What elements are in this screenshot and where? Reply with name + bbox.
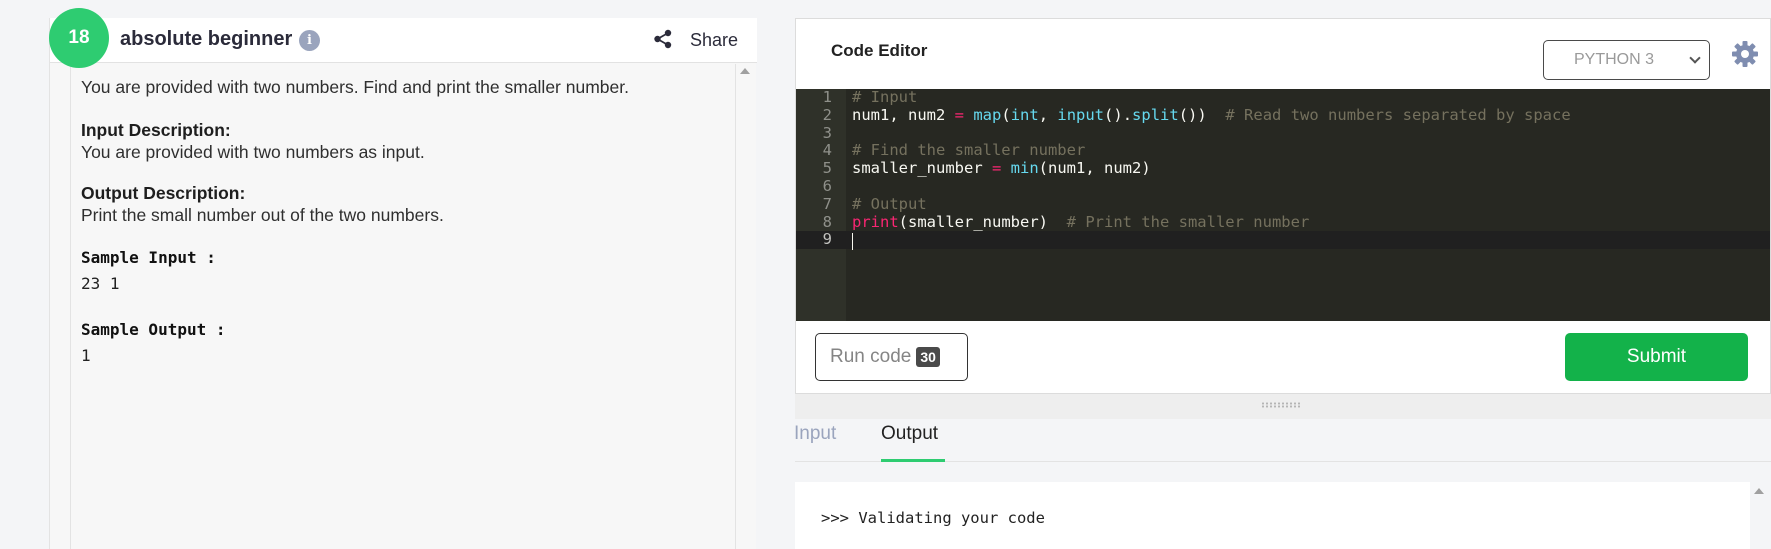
code-line: 5 smaller_number = min(num1, num2) — [796, 159, 1770, 178]
run-count-badge: 30 — [916, 347, 940, 367]
code-line: 6 — [796, 177, 1770, 196]
output-description-heading: Output Description: — [81, 183, 246, 203]
problem-statement: You are provided with two numbers. Find … — [81, 77, 629, 97]
line-number: 1 — [822, 88, 832, 106]
input-description-text: You are provided with two numbers as inp… — [81, 142, 425, 162]
line-number: 7 — [822, 194, 832, 213]
line-number: 3 — [822, 123, 832, 142]
code-line: 9 — [796, 230, 1770, 251]
language-select-value: PYTHON 3 — [1574, 51, 1655, 68]
code-token: num1, num2 — [852, 105, 955, 124]
input-description-heading: Input Description: — [81, 120, 231, 140]
tab-output[interactable]: Output — [881, 423, 938, 445]
share-button[interactable]: Share — [690, 30, 738, 51]
output-console-text: >>> Validating your code — [821, 509, 1045, 527]
line-number: 2 — [822, 105, 832, 124]
output-console: >>> Validating your code — [795, 482, 1750, 549]
code-token: (). — [1104, 105, 1133, 124]
code-token: # Output — [852, 194, 927, 213]
line-number: 4 — [822, 141, 832, 160]
sample-input-value: 23 1 — [81, 274, 120, 293]
line-number: 5 — [822, 159, 832, 178]
code-line-content: # Output — [852, 194, 927, 214]
code-line: 8 print(smaller_number) # Print the small… — [796, 212, 1770, 232]
gear-icon[interactable] — [1731, 40, 1759, 68]
code-token: min — [1010, 159, 1039, 178]
code-line-content: print(smaller_number) # Print the smalle… — [852, 212, 1310, 232]
scroll-up-arrow-icon[interactable] — [1754, 488, 1764, 494]
code-token: print — [852, 212, 899, 231]
line-number: 9 — [822, 230, 832, 249]
output-description-text: Print the small number out of the two nu… — [81, 205, 444, 225]
sample-input-heading: Sample Input : — [81, 248, 216, 267]
code-token: # Read two numbers separated by space — [1225, 105, 1571, 124]
submit-button[interactable]: Submit — [1565, 333, 1748, 381]
code-line-content: # Input — [852, 88, 918, 107]
code-line: 1 # Input — [796, 88, 1770, 107]
sample-output-value: 1 — [81, 346, 91, 365]
tab-input[interactable]: Input — [794, 423, 836, 445]
info-icon[interactable]: i — [299, 30, 320, 51]
chevron-down-icon — [1689, 52, 1701, 64]
code-line-content: num1, num2 = map(int, input().split()) #… — [852, 105, 1571, 125]
code-line: 2 num1, num2 = map(int, input().split()) … — [796, 105, 1770, 125]
code-token: split — [1132, 105, 1179, 124]
code-token: ()) — [1178, 105, 1226, 124]
run-code-label: Run code — [830, 346, 912, 367]
text-cursor — [852, 233, 853, 251]
line-number: 6 — [822, 177, 832, 195]
share-icon[interactable] — [653, 29, 673, 49]
active-tab-indicator — [881, 459, 945, 462]
problem-header: absolute beginner i Share — [50, 18, 757, 63]
code-line: 3 — [796, 123, 1770, 143]
sample-output-heading: Sample Output : — [81, 320, 226, 339]
code-editor[interactable]: 1 # Input 2 num1, num2 = map(int, input().s… — [796, 88, 1770, 321]
code-token: ( — [1001, 105, 1011, 124]
code-token: = — [954, 105, 964, 124]
problem-panel: absolute beginner i Share You are provid… — [49, 18, 757, 549]
editor-title: Code Editor — [831, 41, 928, 60]
level-badge: 18 — [49, 8, 109, 68]
code-token: (smaller_number) — [898, 212, 1067, 231]
code-token: # Find the smaller number — [852, 141, 1086, 160]
panel-resize-handle[interactable] — [795, 394, 1771, 419]
code-line-content: smaller_number = min(num1, num2) — [852, 159, 1151, 178]
code-line: 4 # Find the smaller number — [796, 141, 1770, 160]
code-token: # Input — [852, 88, 918, 106]
code-token: int — [1010, 105, 1039, 124]
run-code-button[interactable]: Run code 30 — [815, 333, 968, 381]
code-token: map — [973, 105, 1002, 124]
code-token: (num1, num2) — [1038, 159, 1151, 178]
code-token: input — [1057, 105, 1105, 124]
scroll-up-arrow-icon[interactable] — [740, 68, 750, 74]
code-editor-panel: Code Editor PYTHON 3 1 # Input 2 num1, num2… — [795, 18, 1771, 394]
code-token: , — [1038, 105, 1058, 124]
code-token: smaller_number — [852, 159, 992, 178]
code-token: = — [991, 159, 1002, 178]
code-line: 7 # Output — [796, 194, 1770, 214]
drag-grip-icon — [1261, 402, 1301, 408]
line-number: 8 — [822, 212, 832, 231]
language-select[interactable]: PYTHON 3 — [1543, 40, 1710, 80]
code-token: # Print the smaller number — [1066, 212, 1310, 231]
problem-title: absolute beginner — [120, 28, 293, 50]
code-line-content: # Find the smaller number — [852, 141, 1086, 160]
